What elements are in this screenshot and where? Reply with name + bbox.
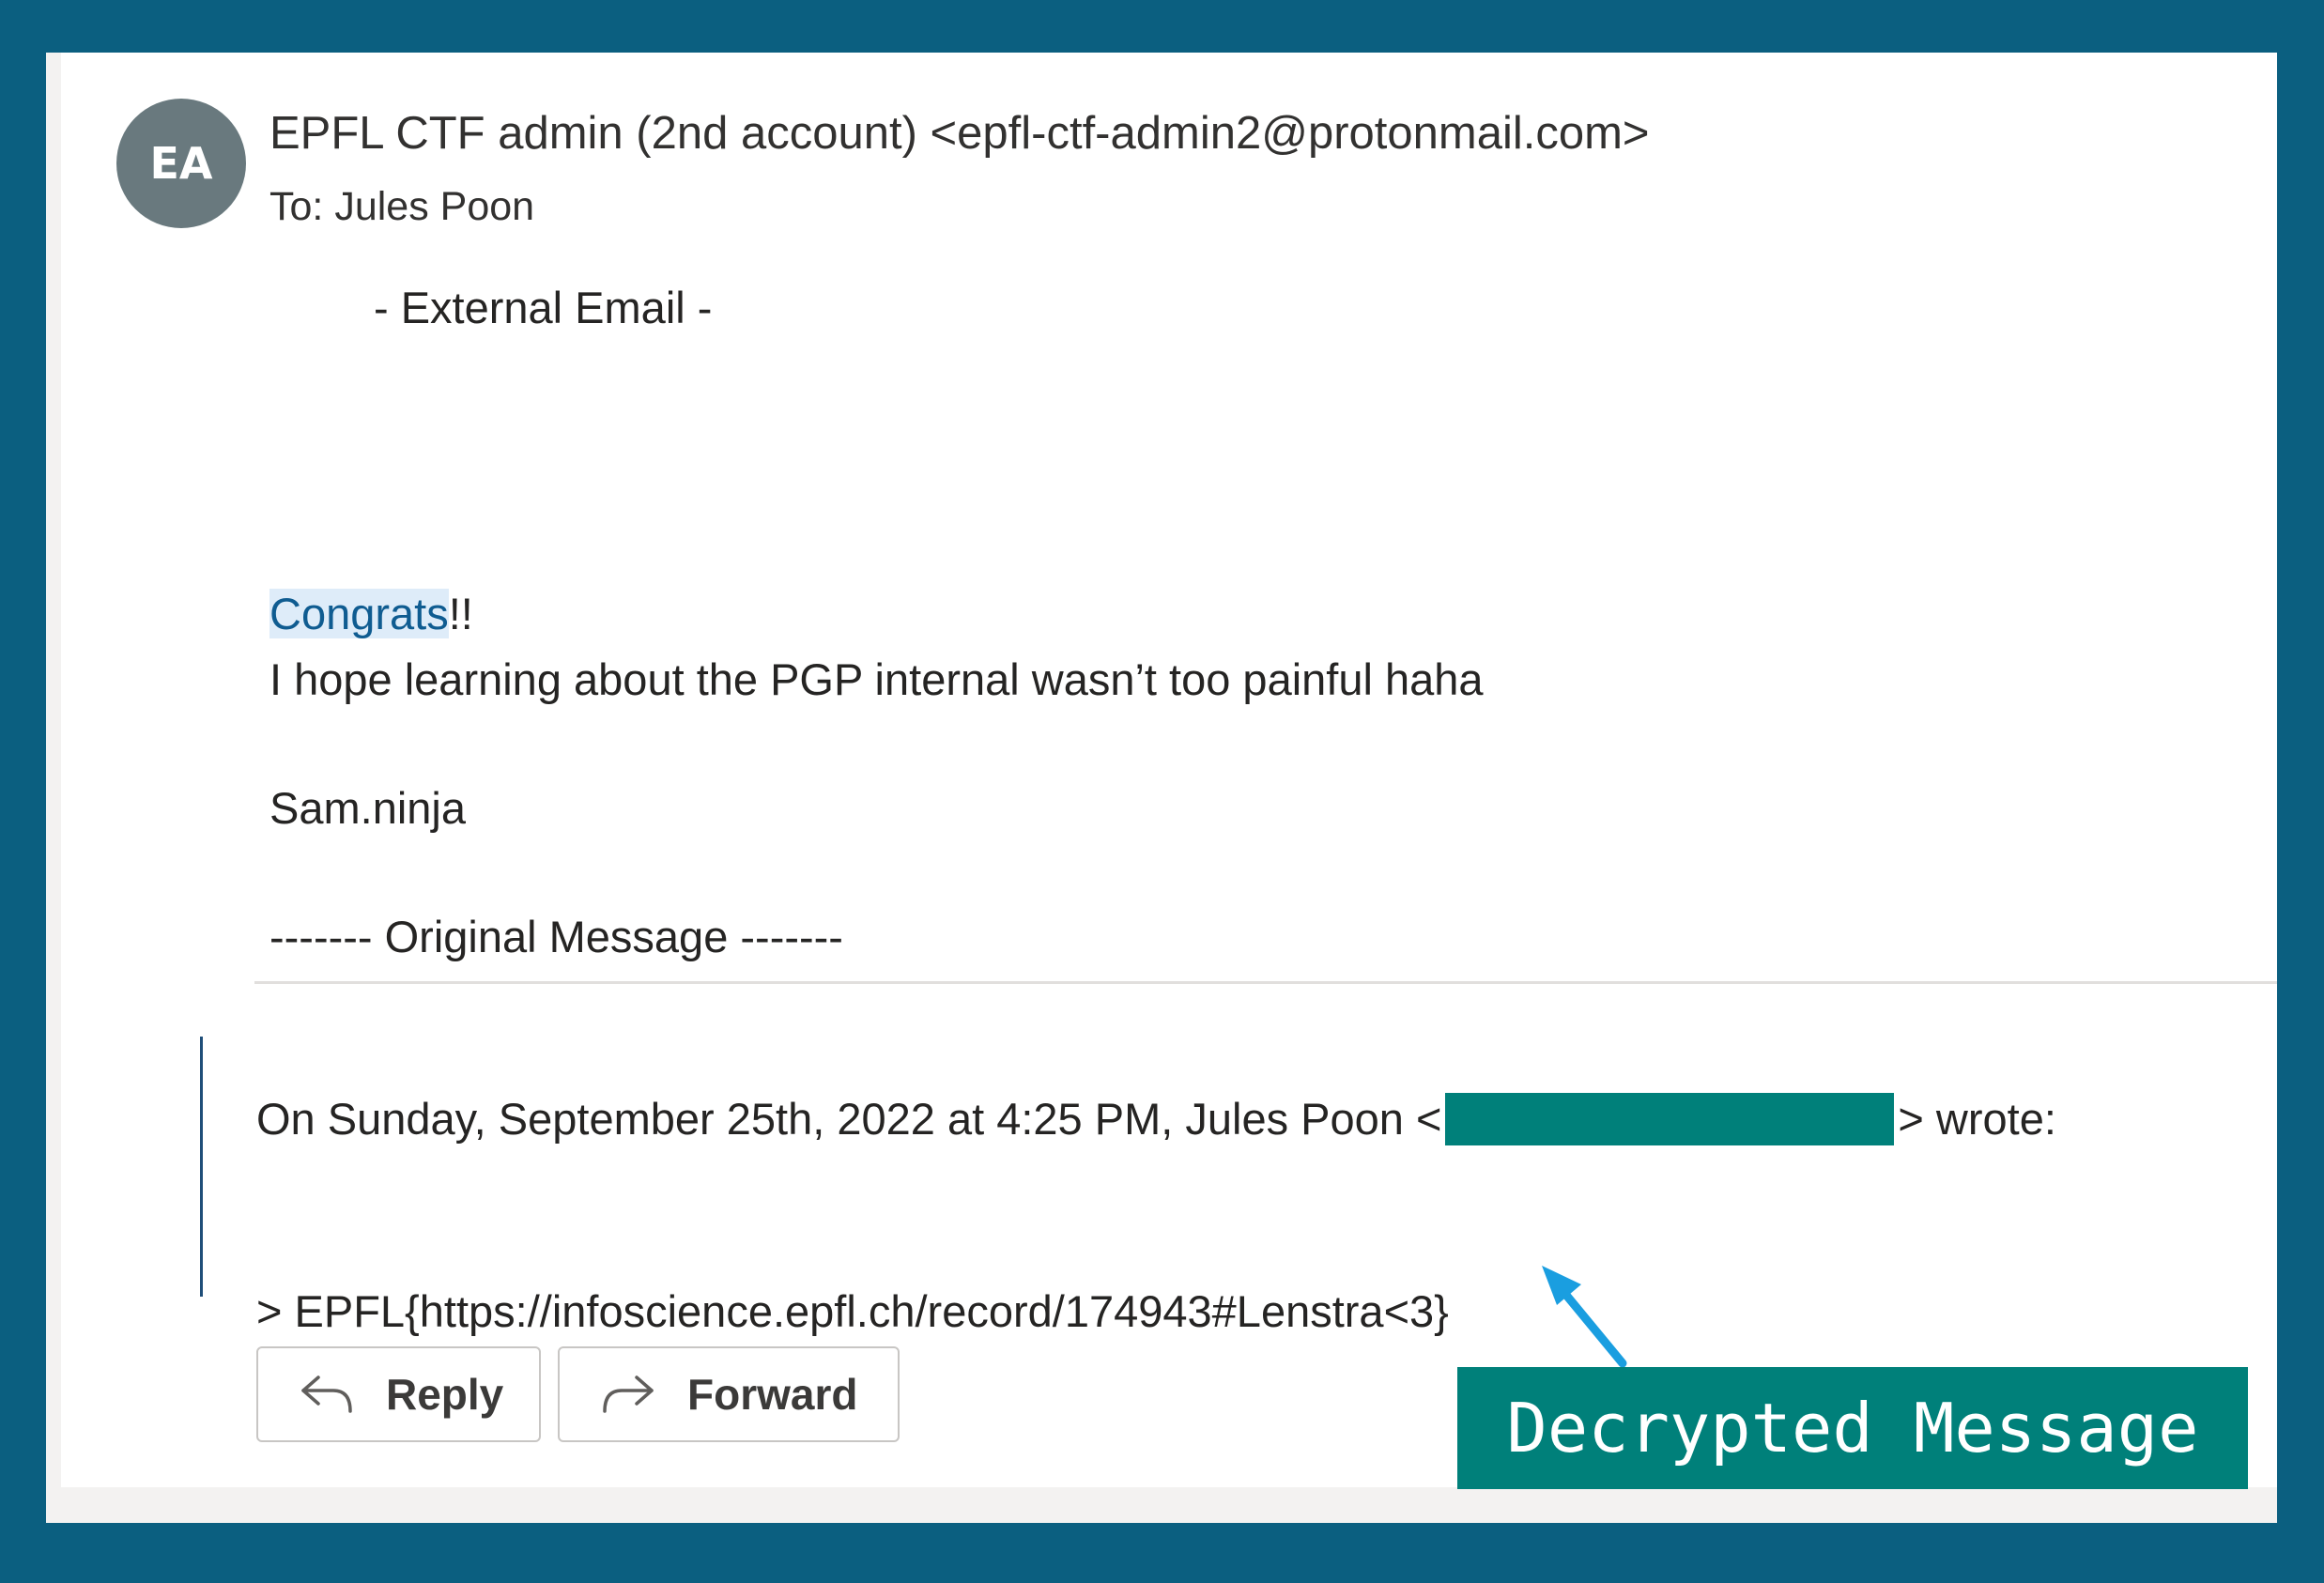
decrypted-message-callout: Decrypted Message xyxy=(1457,1367,2248,1489)
callout-arrow-icon xyxy=(1542,1266,1627,1368)
